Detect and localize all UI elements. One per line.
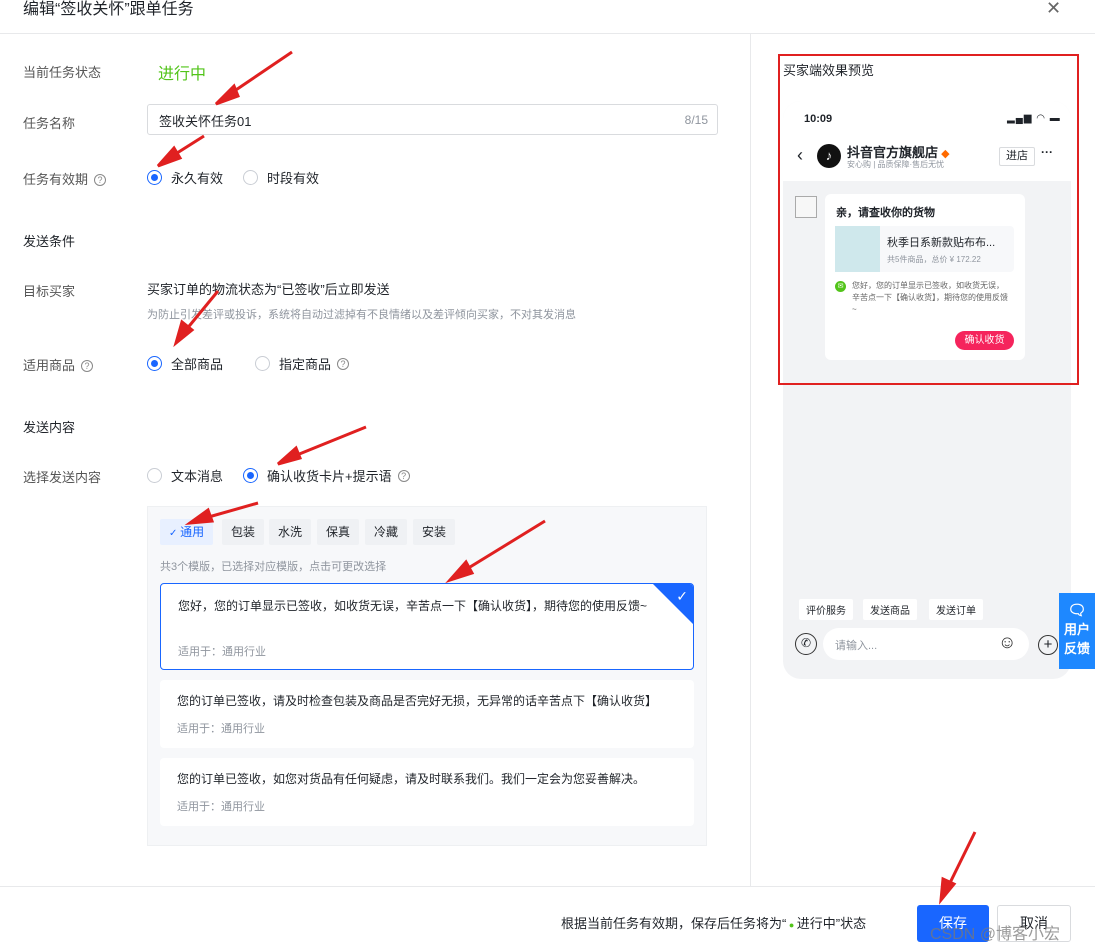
target-label: 目标买家 bbox=[23, 284, 76, 299]
help-icon[interactable]: ? bbox=[337, 357, 350, 370]
radio-unchecked-icon bbox=[243, 170, 258, 185]
radio-specific-products[interactable]: 指定商品? bbox=[255, 354, 350, 373]
phone-call-icon[interactable]: ✆ bbox=[795, 633, 817, 655]
watermark: CSDN @博客小宏 bbox=[930, 926, 1061, 943]
help-icon[interactable]: ? bbox=[81, 360, 94, 372]
target-note: 为防止引发差评或投诉，系统将自动过滤掉有不良情绪以及差评倾向买家，不对其发消息 bbox=[147, 309, 576, 321]
radio-text-msg[interactable]: 文本消息 bbox=[147, 466, 223, 485]
emoji-icon[interactable]: ☺ bbox=[998, 632, 1016, 653]
check-icon: ✓ bbox=[676, 588, 688, 604]
feedback-icon: 🗨 bbox=[1067, 602, 1087, 619]
radio-confirm-card[interactable]: 确认收货卡片+提示语? bbox=[243, 466, 410, 485]
radio-checked-icon bbox=[243, 468, 258, 483]
name-label: 任务名称 bbox=[23, 116, 76, 131]
template-card[interactable]: 您的订单已签收，请及时检查包装及商品是否完好无损，无异常的话辛苦点下【确认收货】… bbox=[160, 680, 694, 748]
feedback-line1: 用户 bbox=[1063, 622, 1090, 637]
chat-placeholder: 请输入... bbox=[835, 640, 878, 652]
status-dot-icon: ● bbox=[786, 920, 797, 930]
help-icon[interactable]: ? bbox=[397, 469, 410, 482]
quick-send-order[interactable]: 发送订单 bbox=[929, 599, 983, 620]
divider bbox=[750, 34, 751, 886]
radio-permanent[interactable]: 永久有效 bbox=[147, 168, 223, 187]
card-text: 您好，您的订单显示已签收，如收货无误，辛苦点一下【确认收货】，期待您的使用反馈~ bbox=[178, 599, 648, 613]
help-icon[interactable]: ? bbox=[94, 174, 107, 186]
template-hint: 共3个模版，已选择对应模版，点击可更改选择 bbox=[160, 561, 387, 573]
card-applies: 适用于：通用行业 bbox=[177, 723, 265, 735]
plus-icon[interactable]: + bbox=[1038, 635, 1058, 655]
preview-highlight-box bbox=[778, 54, 1079, 385]
char-count: 8/15 bbox=[684, 113, 708, 127]
radio-unchecked-icon bbox=[147, 468, 162, 483]
target-text: 买家订单的物流状态为“已签收”后立即发送 bbox=[147, 282, 390, 297]
radio-unchecked-icon bbox=[255, 356, 270, 371]
card-applies: 适用于：通用行业 bbox=[178, 646, 266, 658]
save-notice: 根据当前任务有效期，保存后任务将为“ ● 进行中”状态 bbox=[561, 916, 867, 931]
close-icon[interactable]: ✕ bbox=[1046, 0, 1061, 19]
status-label: 当前任务状态 bbox=[23, 65, 102, 80]
product-label: 适用商品? bbox=[23, 355, 94, 374]
tag-cold[interactable]: 冷藏 bbox=[365, 519, 408, 545]
tag-install[interactable]: 安装 bbox=[413, 519, 456, 545]
task-name-input[interactable]: 签收关怀任务01 8/15 bbox=[147, 104, 718, 135]
validity-label: 任务有效期? bbox=[23, 169, 107, 188]
feedback-line2: 反馈 bbox=[1063, 641, 1090, 656]
radio-period[interactable]: 时段有效 bbox=[243, 168, 319, 187]
tag-authentic[interactable]: 保真 bbox=[317, 519, 360, 545]
status-value: 进行中 bbox=[158, 66, 207, 83]
task-name-value: 签收关怀任务01 bbox=[159, 114, 252, 129]
check-icon: ✓ bbox=[169, 528, 181, 539]
quick-rate[interactable]: 评价服务 bbox=[799, 599, 853, 620]
feedback-button[interactable]: 🗨 用户 反馈 bbox=[1059, 593, 1095, 669]
template-card-selected[interactable]: ✓ 您好，您的订单显示已签收，如收货无误，辛苦点一下【确认收货】，期待您的使用反… bbox=[160, 583, 694, 670]
card-text: 您的订单已签收，如您对货品有任何疑虑，请及时联系我们。我们一定会为您妥善解决。 bbox=[177, 772, 646, 786]
card-text: 您的订单已签收，请及时检查包装及商品是否完好无损，无异常的话辛苦点下【确认收货】 bbox=[177, 694, 658, 708]
section-send-content: 发送内容 bbox=[23, 420, 76, 435]
section-send-condition: 发送条件 bbox=[23, 234, 76, 249]
dialog-title: 编辑“签收关怀”跟单任务 bbox=[23, 1, 194, 18]
template-card[interactable]: 您的订单已签收，如您对货品有任何疑虑，请及时联系我们。我们一定会为您妥善解决。 … bbox=[160, 758, 694, 826]
radio-checked-icon bbox=[147, 170, 162, 185]
radio-checked-icon bbox=[147, 356, 162, 371]
radio-all-products[interactable]: 全部商品 bbox=[147, 354, 223, 373]
dialog-header: 编辑“签收关怀”跟单任务 ✕ bbox=[0, 0, 1095, 34]
content-label: 选择发送内容 bbox=[23, 470, 102, 485]
tag-wash[interactable]: 水洗 bbox=[269, 519, 312, 545]
quick-send-product[interactable]: 发送商品 bbox=[863, 599, 917, 620]
tag-general[interactable]: ✓ 通用 bbox=[160, 519, 214, 545]
tag-packing[interactable]: 包装 bbox=[222, 519, 265, 545]
card-applies: 适用于：通用行业 bbox=[177, 801, 265, 813]
chat-input[interactable]: 请输入... ☺ bbox=[823, 628, 1029, 660]
